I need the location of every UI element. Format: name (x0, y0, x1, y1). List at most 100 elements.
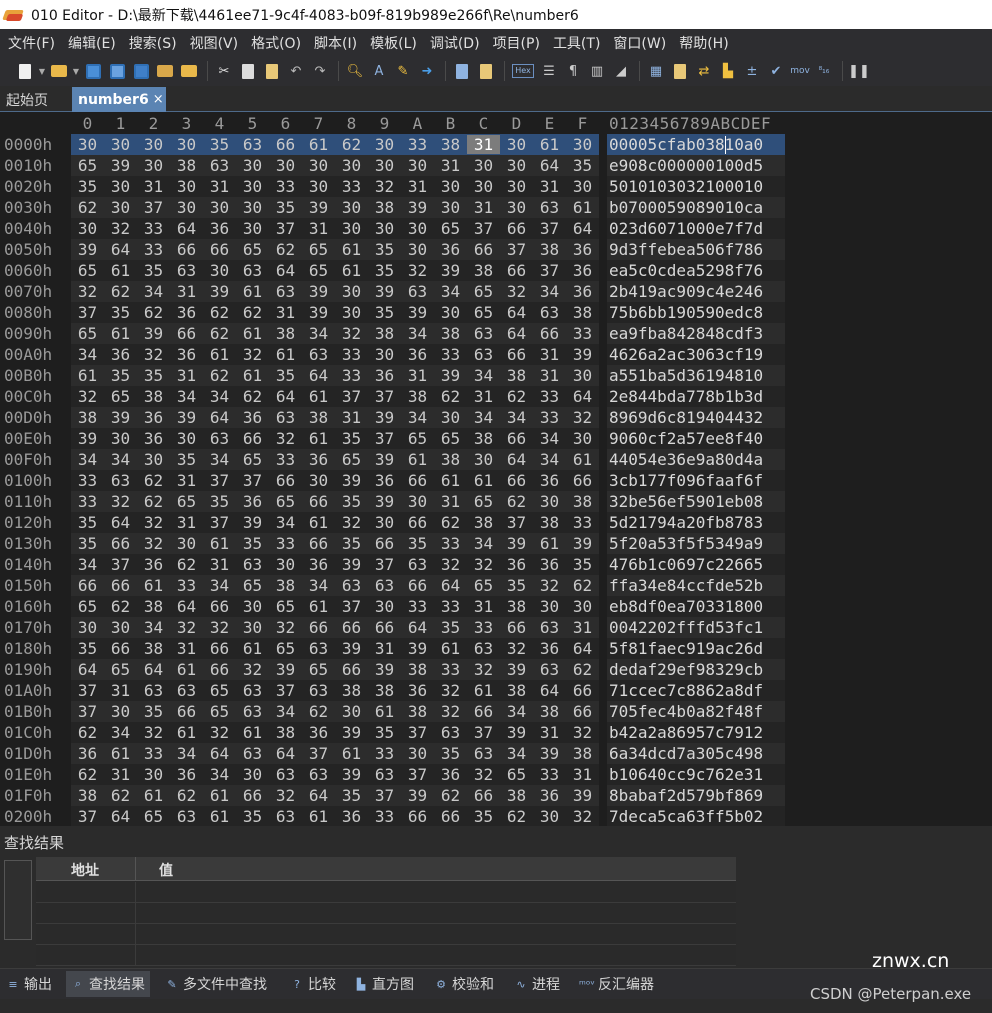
hex-byte[interactable]: 38 (401, 702, 434, 721)
hex-byte[interactable]: 37 (368, 429, 401, 448)
hex-byte[interactable]: 36 (368, 366, 401, 385)
hex-byte[interactable]: 38 (500, 786, 533, 805)
hex-byte[interactable]: 66 (500, 618, 533, 637)
hex-byte[interactable]: 63 (104, 471, 137, 490)
hex-byte[interactable]: 31 (335, 408, 368, 427)
hex-byte[interactable]: 36 (533, 471, 566, 490)
undo-icon[interactable]: ↶ (285, 60, 307, 82)
hex-byte[interactable]: 39 (170, 408, 203, 427)
hex-byte[interactable]: 66 (401, 471, 434, 490)
hex-byte[interactable]: 39 (104, 408, 137, 427)
hex-byte[interactable]: 64 (302, 786, 335, 805)
hex-byte[interactable]: 30 (401, 492, 434, 511)
hex-byte[interactable]: 36 (104, 345, 137, 364)
hex-bytes[interactable]: 32 62 34 31 39 61 63 39 30 39 63 34 65 32 34 36 (71, 281, 599, 302)
hex-byte[interactable]: 34 (203, 450, 236, 469)
hex-byte[interactable]: 34 (302, 576, 335, 595)
ascii-text[interactable]: 75b6bb190590edc8 (607, 302, 785, 323)
hex-row[interactable]: 00A0h 34 36 32 36 61 32 61 63 33 30 36 33 63 66 31 39 462… (0, 344, 992, 365)
hex-byte[interactable]: 32 (500, 639, 533, 658)
open-folder-icon[interactable] (178, 60, 200, 82)
hex-byte[interactable]: 62 (170, 786, 203, 805)
hex-row[interactable]: 01C0h 62 34 32 61 32 61 38 36 39 35 37 63 37 39 31 32 b42… (0, 722, 992, 743)
hex-byte[interactable]: 35 (137, 366, 170, 385)
menu-item-9[interactable]: 工具(T) (549, 33, 604, 53)
hex-byte[interactable]: 38 (170, 156, 203, 175)
hex-byte[interactable]: 30 (170, 198, 203, 217)
hex-byte[interactable]: 30 (434, 198, 467, 217)
hex-byte[interactable]: 35 (104, 366, 137, 385)
hex-byte[interactable]: 65 (71, 156, 104, 175)
hex-row[interactable]: 00B0h 61 35 35 31 62 61 35 64 33 36 31 39 34 38 31 30 a55… (0, 365, 992, 386)
hex-bytes[interactable]: 35 64 32 31 37 39 34 61 32 30 66 62 38 37 38 33 (71, 512, 599, 533)
hex-byte[interactable]: 64 (104, 240, 137, 259)
hex-byte[interactable]: 61 (104, 324, 137, 343)
hex-byte[interactable]: 61 (236, 366, 269, 385)
histogram-icon[interactable]: ▙ (717, 60, 739, 82)
hex-byte[interactable]: 63 (533, 198, 566, 217)
hex-byte[interactable]: 30 (170, 135, 203, 154)
ascii-text[interactable]: b0700059089010ca (607, 197, 785, 218)
ascii-text[interactable]: 705fec4b0a82f48f (607, 701, 785, 722)
hex-byte[interactable]: 36 (434, 240, 467, 259)
hex-bytes[interactable]: 30 30 30 30 35 63 66 61 62 30 33 38 31 30 61 30 (71, 134, 599, 155)
find-options-box[interactable] (4, 860, 32, 940)
hex-byte[interactable]: 66 (467, 786, 500, 805)
hex-byte[interactable]: 63 (203, 156, 236, 175)
ascii-text[interactable]: b42a2a86957c7912 (607, 722, 785, 743)
hex-byte[interactable]: 33 (269, 534, 302, 553)
hex-bytes[interactable]: 33 63 62 31 37 37 66 30 39 36 66 61 61 66 36 66 (71, 470, 599, 491)
ascii-text[interactable]: 5010103032100010 (607, 176, 785, 197)
hex-byte[interactable]: 62 (170, 555, 203, 574)
hex-bytes[interactable]: 34 34 30 35 34 65 33 36 65 39 61 38 30 64 34 61 (71, 449, 599, 470)
hex-byte[interactable]: 61 (434, 639, 467, 658)
hex-bytes[interactable]: 65 39 30 38 63 30 30 30 30 30 30 31 30 30 64 35 (71, 155, 599, 176)
hex-byte[interactable]: 63 (335, 576, 368, 595)
hex-byte[interactable]: 38 (71, 786, 104, 805)
hex-byte[interactable]: 61 (467, 681, 500, 700)
hex-byte[interactable]: 33 (434, 345, 467, 364)
hex-byte[interactable]: 30 (335, 303, 368, 322)
hex-byte[interactable]: 63 (269, 408, 302, 427)
hex-byte[interactable]: 36 (203, 219, 236, 238)
hex-byte[interactable]: 61 (467, 471, 500, 490)
hex-byte[interactable]: 37 (533, 261, 566, 280)
hex-bytes[interactable]: 62 30 37 30 30 30 35 39 30 38 39 30 31 30 63 61 (71, 197, 599, 218)
hex-byte[interactable]: 63 (170, 807, 203, 826)
hex-byte[interactable]: 36 (566, 261, 599, 280)
hex-row[interactable]: 0180h 35 66 38 31 66 61 65 63 39 31 39 61 63 32 36 64 5f8… (0, 638, 992, 659)
hex-byte[interactable]: 64 (500, 303, 533, 322)
hex-byte[interactable]: 35 (71, 513, 104, 532)
hex-byte[interactable]: 35 (500, 576, 533, 595)
hex-row[interactable]: 0080h 37 35 62 36 62 62 31 39 30 35 39 30 65 64 63 38 75b… (0, 302, 992, 323)
menu-item-7[interactable]: 调试(D) (426, 33, 484, 53)
hex-byte[interactable]: 33 (434, 534, 467, 553)
hex-byte[interactable]: 39 (104, 156, 137, 175)
hex-byte[interactable]: 30 (434, 408, 467, 427)
hex-byte[interactable]: 64 (104, 513, 137, 532)
compare-icon[interactable]: ⇄ (693, 60, 715, 82)
hex-byte[interactable]: 30 (71, 618, 104, 637)
hex-byte[interactable]: 33 (71, 492, 104, 511)
hex-byte[interactable]: 61 (566, 450, 599, 469)
hex-byte[interactable]: 63 (236, 681, 269, 700)
hex-byte[interactable]: 39 (335, 723, 368, 742)
hex-byte[interactable]: 34 (401, 408, 434, 427)
hex-byte[interactable]: 30 (71, 135, 104, 154)
hex-byte[interactable]: 34 (71, 345, 104, 364)
hex-byte[interactable]: 33 (401, 597, 434, 616)
hex-byte[interactable]: 30 (335, 156, 368, 175)
hex-byte[interactable]: 65 (467, 282, 500, 301)
hex-byte[interactable]: 38 (566, 303, 599, 322)
hex-byte[interactable]: 30 (170, 534, 203, 553)
ascii-text[interactable]: ea5c0cdea5298f76 (607, 260, 785, 281)
hex-byte[interactable]: 34 (104, 723, 137, 742)
ascii-text[interactable]: 5d21794a20fb8783 (607, 512, 785, 533)
hex-byte[interactable]: 30 (566, 597, 599, 616)
text-view-icon[interactable] (451, 60, 473, 82)
hex-byte[interactable]: 30 (137, 135, 170, 154)
bottom-tab-find-in-files[interactable]: ✎ 多文件中查找 (165, 971, 267, 997)
hex-byte[interactable]: 37 (401, 765, 434, 784)
hex-byte[interactable]: 61 (566, 198, 599, 217)
bottom-tab-histogram[interactable]: ▙ 直方图 (354, 971, 414, 997)
